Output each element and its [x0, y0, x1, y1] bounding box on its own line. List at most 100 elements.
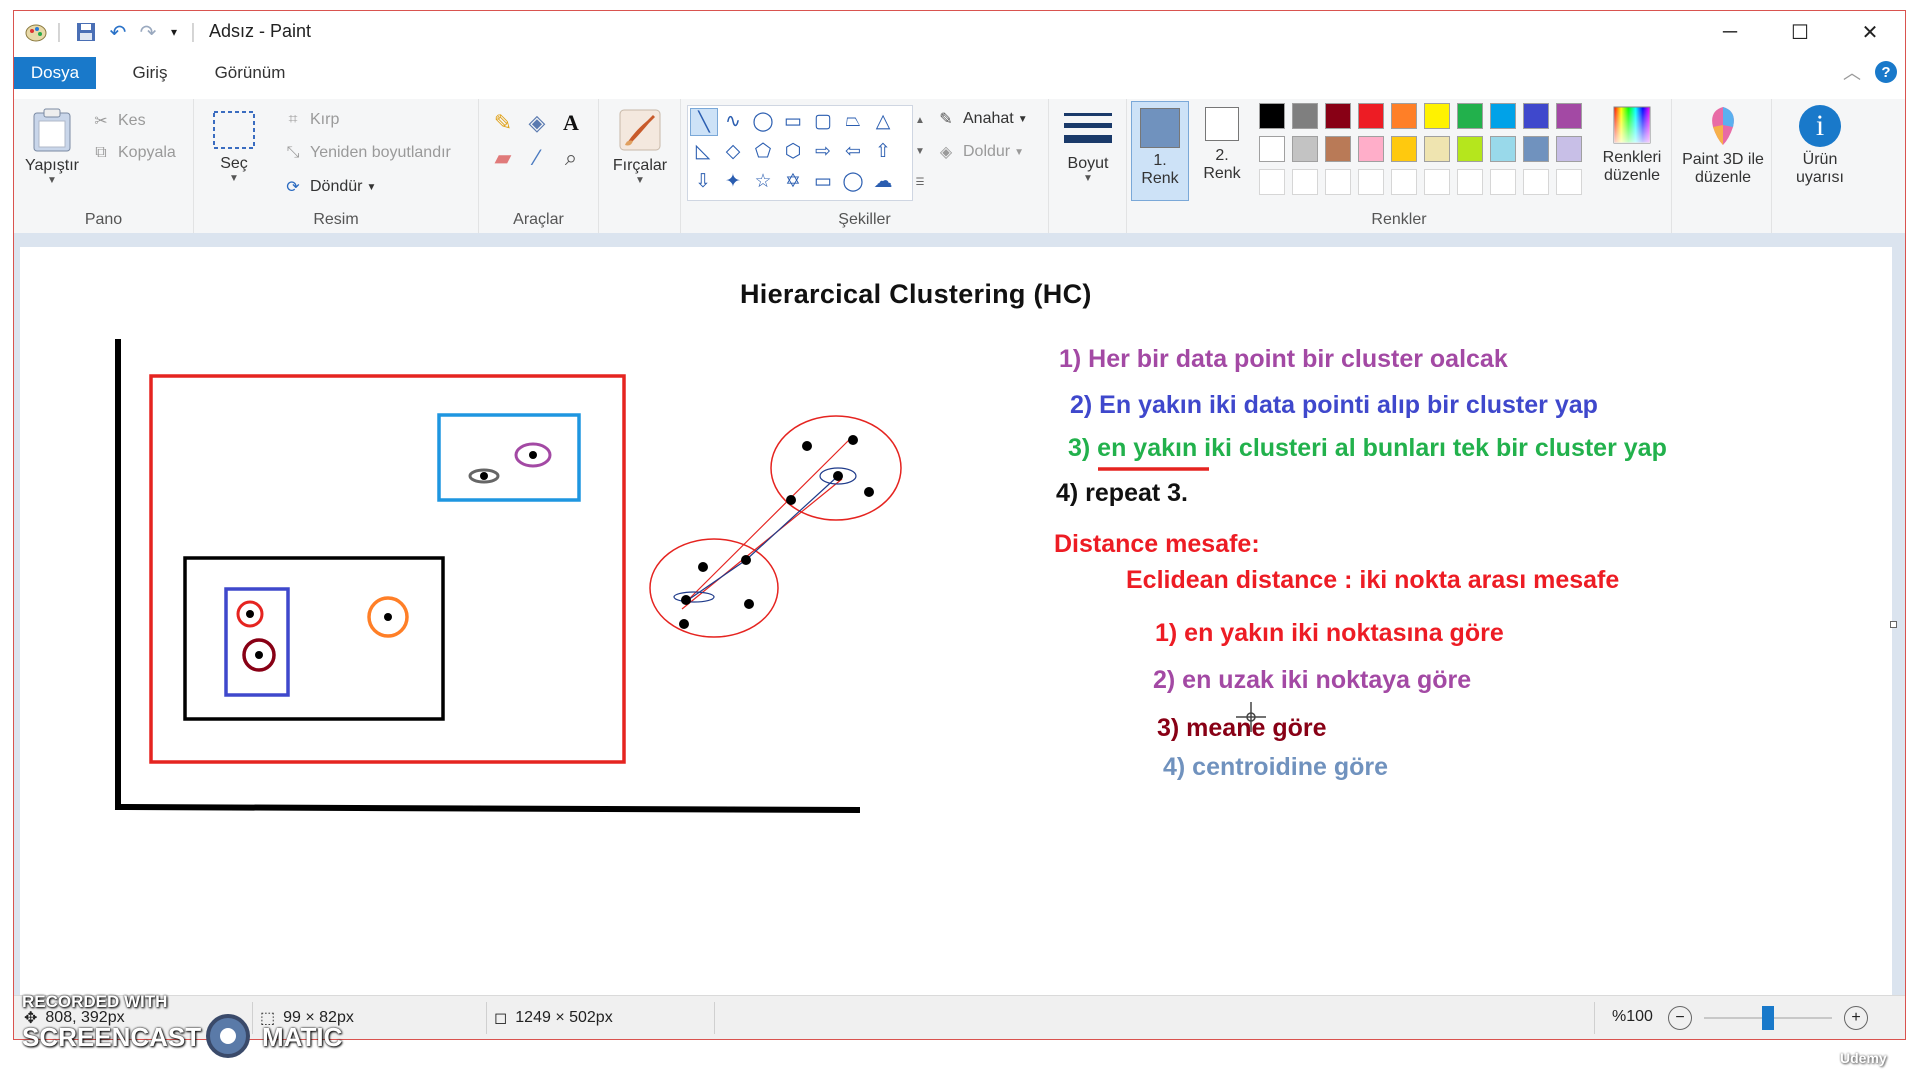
text-tool-icon[interactable]: A	[557, 109, 585, 137]
palette-swatch[interactable]	[1424, 103, 1450, 129]
line-shape-icon[interactable]: ╲	[690, 108, 718, 136]
paint3d-button[interactable]: Paint 3D ile düzenle	[1678, 105, 1768, 187]
group-boyut: Boyut ▼	[1049, 99, 1127, 233]
crop-button[interactable]: ⌗ Kırp	[282, 111, 339, 129]
rotate-button[interactable]: ⟳ Döndür ▼	[282, 177, 376, 197]
paint-window: | ↶ ↷ ▾ | Adsız - Paint ─ ☐ ✕ Dosya Giri…	[13, 10, 1906, 1040]
palette-swatch[interactable]	[1358, 103, 1384, 129]
curve-shape-icon[interactable]: ∿	[720, 108, 746, 134]
customize-quick-access-icon[interactable]: ▾	[164, 19, 184, 45]
select-button[interactable]: Seç ▼	[204, 109, 264, 184]
product-alert-button[interactable]: i Ürün uyarısı	[1780, 105, 1860, 187]
toolbar-divider: |	[190, 20, 196, 43]
tab-gorunum[interactable]: Görünüm	[202, 57, 298, 89]
canvas-resize-handle-right[interactable]	[1890, 621, 1897, 628]
left-arrow-shape-icon[interactable]: ⇦	[840, 138, 866, 164]
palette-swatch[interactable]	[1358, 136, 1384, 162]
palette-swatch[interactable]	[1457, 136, 1483, 162]
color1-button[interactable]: 1. Renk	[1131, 101, 1189, 201]
fill-bucket-icon[interactable]: ◈	[523, 109, 551, 137]
palette-swatch[interactable]	[1523, 103, 1549, 129]
palette-swatch[interactable]	[1325, 136, 1351, 162]
zoom-slider-thumb[interactable]	[1762, 1006, 1774, 1030]
palette-empty-swatch[interactable]	[1259, 169, 1285, 195]
palette-empty-swatch[interactable]	[1457, 169, 1483, 195]
cloud-callout-shape-icon[interactable]: ☁	[870, 168, 896, 194]
palette-swatch[interactable]	[1457, 103, 1483, 129]
redo-icon[interactable]: ↷	[134, 19, 162, 45]
rounded-rectangle-shape-icon[interactable]: ▢	[810, 108, 836, 134]
copy-button[interactable]: ⧉ Kopyala	[90, 144, 176, 162]
oval-shape-icon[interactable]: ◯	[750, 108, 776, 134]
right-arrow-shape-icon[interactable]: ⇨	[810, 138, 836, 164]
tab-giris[interactable]: Giriş	[110, 57, 190, 89]
zoom-out-button[interactable]: −	[1668, 1006, 1692, 1030]
palette-swatch[interactable]	[1490, 136, 1516, 162]
step-1-text: 1) Her bir data point bir cluster oalcak	[1059, 345, 1508, 373]
fill-button[interactable]: ◈ Doldur ▼	[935, 142, 1024, 162]
paste-label: Yapıştır	[25, 157, 79, 174]
outline-button[interactable]: ✎ Anahat ▼	[935, 109, 1027, 129]
watermark-brand-left: SCREENCAST	[22, 1022, 202, 1052]
shapes-gallery-scroll[interactable]: ▲ ▼ ☰	[913, 105, 927, 199]
save-icon[interactable]	[72, 19, 100, 45]
palette-empty-swatch[interactable]	[1325, 169, 1351, 195]
palette-empty-swatch[interactable]	[1424, 169, 1450, 195]
maximize-button[interactable]: ☐	[1765, 11, 1835, 53]
palette-swatch[interactable]	[1523, 136, 1549, 162]
collapse-ribbon-icon[interactable]: ︿	[1843, 59, 1861, 85]
title-bar: | ↶ ↷ ▾ | Adsız - Paint ─ ☐ ✕	[14, 11, 1905, 53]
drawing-canvas[interactable]: Hierarcical Clustering (HC) 1) Her bir d…	[20, 247, 1892, 1001]
five-point-star-shape-icon[interactable]: ☆	[750, 168, 776, 194]
help-icon[interactable]: ?	[1875, 61, 1897, 83]
rect-callout-shape-icon[interactable]: ▭	[810, 168, 836, 194]
paste-button[interactable]: Yapıştır ▼	[20, 107, 84, 186]
palette-empty-swatch[interactable]	[1490, 169, 1516, 195]
palette-swatch[interactable]	[1391, 136, 1417, 162]
four-point-star-shape-icon[interactable]: ✦	[720, 168, 746, 194]
size-button[interactable]: Boyut ▼	[1053, 111, 1123, 184]
undo-icon[interactable]: ↶	[104, 19, 132, 45]
palette-swatch[interactable]	[1490, 103, 1516, 129]
eraser-icon[interactable]: ▰	[489, 144, 517, 172]
color-picker-icon[interactable]: ⁄	[523, 144, 551, 172]
minimize-button[interactable]: ─	[1695, 11, 1765, 53]
tab-dosya[interactable]: Dosya	[14, 57, 96, 89]
palette-swatch[interactable]	[1292, 136, 1318, 162]
pencil-icon[interactable]: ✎	[489, 109, 517, 137]
color2-button[interactable]: 2. Renk	[1193, 101, 1251, 201]
palette-empty-swatch[interactable]	[1556, 169, 1582, 195]
palette-swatch[interactable]	[1556, 136, 1582, 162]
brushes-button[interactable]: Fırçalar ▼	[605, 107, 675, 186]
palette-swatch[interactable]	[1292, 103, 1318, 129]
group-label-renkler: Renkler	[1371, 211, 1427, 228]
zoom-in-button[interactable]: +	[1844, 1006, 1868, 1030]
rectangle-shape-icon[interactable]: ▭	[780, 108, 806, 134]
palette-empty-swatch[interactable]	[1358, 169, 1384, 195]
paint-app-icon[interactable]	[22, 19, 50, 45]
palette-swatch[interactable]	[1259, 103, 1285, 129]
six-point-star-shape-icon[interactable]: ✡	[780, 168, 806, 194]
down-arrow-shape-icon[interactable]: ⇩	[690, 168, 716, 194]
palette-swatch[interactable]	[1325, 103, 1351, 129]
diamond-shape-icon[interactable]: ◇	[720, 138, 746, 164]
resize-button[interactable]: ⤡ Yeniden boyutlandır	[282, 144, 451, 162]
palette-empty-swatch[interactable]	[1523, 169, 1549, 195]
palette-swatch[interactable]	[1259, 136, 1285, 162]
up-arrow-shape-icon[interactable]: ⇧	[870, 138, 896, 164]
cut-button[interactable]: ✂ Kes	[90, 111, 145, 131]
edit-colors-button[interactable]: Renkleri düzenle	[1594, 105, 1670, 185]
palette-swatch[interactable]	[1556, 103, 1582, 129]
magnifier-icon[interactable]: ⌕	[557, 144, 585, 172]
hexagon-shape-icon[interactable]: ⬡	[780, 138, 806, 164]
triangle-shape-icon[interactable]: △	[870, 108, 896, 134]
pentagon-shape-icon[interactable]: ⬠	[750, 138, 776, 164]
palette-swatch[interactable]	[1391, 103, 1417, 129]
close-button[interactable]: ✕	[1835, 11, 1905, 53]
palette-empty-swatch[interactable]	[1292, 169, 1318, 195]
polygon-shape-icon[interactable]: ⏢	[840, 108, 866, 134]
palette-empty-swatch[interactable]	[1391, 169, 1417, 195]
oval-callout-shape-icon[interactable]: ◯	[840, 168, 866, 194]
palette-swatch[interactable]	[1424, 136, 1450, 162]
right-triangle-shape-icon[interactable]: ◺	[690, 138, 716, 164]
